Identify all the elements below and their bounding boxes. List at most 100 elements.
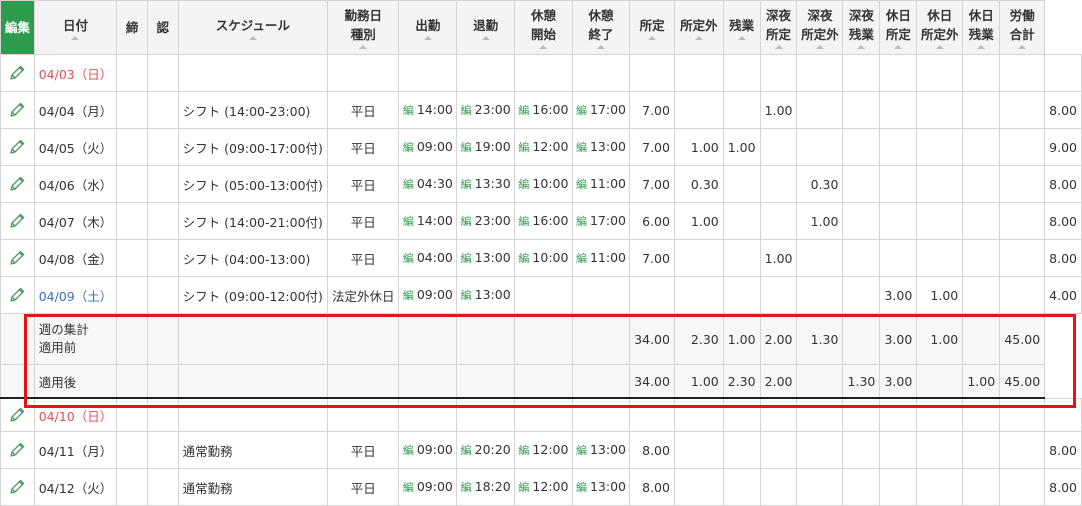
break-start-cell: 編 10:00: [514, 165, 573, 203]
schedule-column-header[interactable]: スケジュール: [177, 0, 328, 55]
close-cell: [116, 468, 148, 506]
hours-cell: [842, 397, 881, 432]
pencil-icon[interactable]: [1, 441, 33, 459]
hours-cell: [842, 128, 881, 166]
header-row: 編集 日付 締 認 スケジュール 勤務日 種別 出勤 退勤 休憩 開始 休憩 終了 所…: [0, 0, 1082, 55]
close-cell: [116, 165, 148, 203]
time-value: 18:20: [474, 479, 511, 494]
pencil-icon[interactable]: [1, 175, 33, 193]
hours-cell: [759, 468, 798, 506]
summary-value: 34.00: [629, 364, 675, 399]
pencil-icon[interactable]: [1, 249, 33, 267]
scheduled-column-header[interactable]: 所定: [629, 0, 675, 55]
time-value: 13:00: [589, 442, 627, 457]
table-row: 04/07（木） シフト (14:00-21:00付) 平日編 14:00 編 23:00…: [0, 202, 1082, 240]
summary-label-title: 週の集計: [38, 322, 89, 337]
pencil-icon[interactable]: [1, 286, 33, 304]
pencil-icon[interactable]: [1, 138, 33, 156]
clock-out-cell: 編 18:20: [456, 468, 516, 506]
time-value: 14:00: [416, 213, 453, 228]
break-end-column-header[interactable]: 休憩 終了: [571, 0, 631, 55]
hours-cell: [759, 128, 798, 166]
edit-cell[interactable]: [0, 202, 35, 240]
holiday-scheduled-column-header[interactable]: 休日 所定: [879, 0, 918, 55]
edited-marker: 編: [402, 289, 414, 302]
hours-cell: [722, 397, 761, 432]
edit-cell[interactable]: [0, 397, 35, 432]
hours-cell: [999, 202, 1046, 240]
clock-out-cell: 編 13:30: [456, 165, 516, 203]
date-cell: 04/11（月）: [33, 431, 118, 469]
workday-type-column-header[interactable]: 勤務日 種別: [326, 0, 400, 55]
clock-in-cell: 編 09:00: [398, 468, 458, 506]
clock-out-column-header[interactable]: 退勤: [456, 0, 516, 55]
edit-cell[interactable]: [0, 91, 35, 129]
pencil-icon[interactable]: [1, 101, 33, 119]
edit-cell[interactable]: [0, 165, 35, 203]
edited-marker: 編: [460, 289, 472, 302]
hours-cell: [916, 397, 964, 432]
schedule-cell: [177, 54, 328, 92]
hours-cell: [916, 202, 964, 240]
edit-cell[interactable]: [0, 128, 35, 166]
close-cell: [116, 239, 148, 277]
time-value: 16:00: [532, 213, 569, 228]
clock-in-column-header[interactable]: 出勤: [398, 0, 458, 55]
hours-cell: [999, 239, 1046, 277]
time-value: 09:00: [416, 139, 453, 154]
hours-cell: [842, 468, 881, 506]
pencil-icon[interactable]: [1, 64, 33, 82]
workday-type-cell: 平日: [326, 165, 400, 203]
table-row: 04/05（火） シフト (09:00-17:00付) 平日編 09:00 編 19:00…: [0, 128, 1082, 166]
time-value: 04:30: [416, 176, 453, 191]
hours-cell: [796, 128, 844, 166]
hours-cell: [999, 128, 1046, 166]
hours-cell: 1.00: [796, 202, 844, 240]
overtime-column-header[interactable]: 残業: [722, 0, 761, 55]
labor-total-column-header[interactable]: 労働 合計: [999, 0, 1046, 55]
time-value: 04:00: [416, 250, 453, 265]
pencil-icon[interactable]: [1, 212, 33, 230]
pencil-icon[interactable]: [1, 406, 33, 424]
break-start-column-header[interactable]: 休憩 開始: [514, 0, 573, 55]
edit-cell[interactable]: [0, 54, 35, 92]
holiday-overtime-column-header[interactable]: 休日 残業: [962, 0, 1001, 55]
hours-cell: [842, 54, 881, 92]
overtime-scheduled-column-header[interactable]: 所定外: [673, 0, 724, 55]
table-row: 04/10（日）: [0, 397, 1082, 432]
edit-cell[interactable]: [0, 431, 35, 469]
hours-cell: [962, 128, 1001, 166]
hours-cell: [673, 468, 724, 506]
edited-marker: 編: [460, 481, 472, 494]
pencil-icon[interactable]: [1, 478, 33, 496]
edit-cell[interactable]: [0, 468, 35, 506]
night-overtime-scheduled-column-header[interactable]: 深夜 所定外: [796, 0, 844, 55]
hours-cell: [879, 431, 918, 469]
time-value: 17:00: [589, 102, 627, 117]
holiday-overtime-scheduled-column-header[interactable]: 休日 所定外: [916, 0, 964, 55]
summary-after-label: 適用後: [33, 364, 118, 399]
time-value: 14:00: [416, 102, 453, 117]
night-scheduled-column-header[interactable]: 深夜 所定: [759, 0, 798, 55]
date-column-header[interactable]: 日付: [33, 0, 118, 55]
summary-value: 45.00: [999, 313, 1046, 365]
empty-cell: [326, 364, 400, 399]
hours-cell: [759, 54, 798, 92]
edited-marker: 編: [518, 141, 530, 154]
hours-cell: [962, 276, 1001, 314]
time-value: 10:00: [532, 250, 569, 265]
summary-value: [842, 313, 881, 365]
hours-cell: [759, 276, 798, 314]
table-row: 04/04（月） シフト (14:00-23:00) 平日編 14:00 編 23:00 編…: [0, 91, 1082, 129]
edit-cell[interactable]: [0, 276, 35, 314]
table-row: 04/12（火） 通常勤務 平日編 09:00 編 18:20 編 12:00 編 13:00 8.…: [0, 468, 1082, 506]
edit-cell[interactable]: [0, 239, 35, 277]
hours-cell: [962, 468, 1001, 506]
hours-cell: [796, 239, 844, 277]
sort-caret-icon: [737, 35, 746, 40]
clock-out-cell: 編 13:00: [456, 239, 516, 277]
edited-marker: 編: [575, 141, 587, 154]
night-overtime-column-header[interactable]: 深夜 残業: [842, 0, 881, 55]
hours-cell: [879, 128, 918, 166]
break-end-cell: [571, 397, 631, 432]
